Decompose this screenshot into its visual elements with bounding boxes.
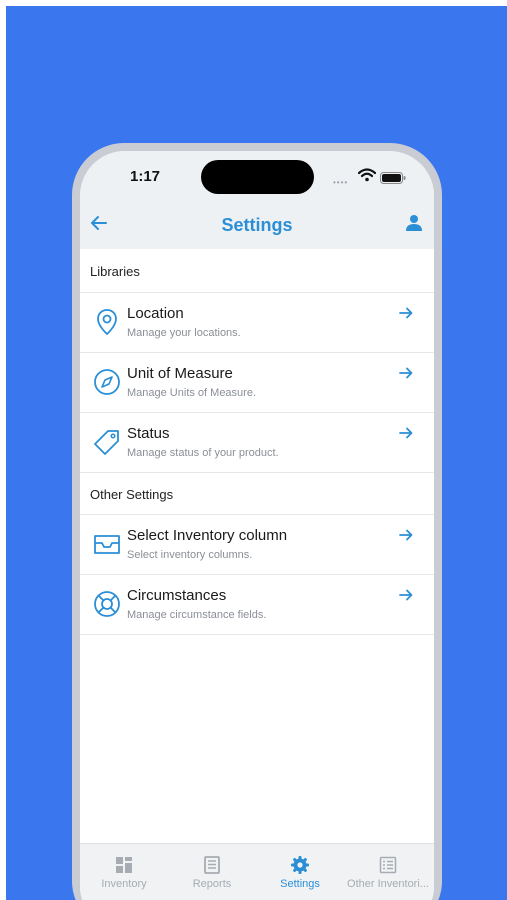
settings-item-select-inventory-column[interactable]: Select Inventory column Select inventory… — [80, 514, 434, 574]
settings-item-location[interactable]: Location Manage your locations. — [80, 292, 434, 352]
tab-label: Other Inventori... — [347, 878, 429, 890]
status-time: 1:17 — [130, 168, 161, 185]
item-label: Unit of Measure — [127, 365, 233, 382]
app-screen: 1:17 •••• Settings Libraries Location Ma… — [80, 151, 434, 900]
tab-label: Inventory — [101, 878, 147, 890]
item-subtitle: Manage status of your product. — [127, 447, 279, 459]
settings-item-unit-of-measure[interactable]: Unit of Measure Manage Units of Measure. — [80, 352, 434, 412]
divider — [80, 634, 434, 635]
inbox-tray-icon — [94, 535, 120, 554]
document-icon — [204, 856, 220, 874]
tab-reports[interactable]: Reports — [168, 844, 256, 900]
dynamic-island — [201, 160, 314, 194]
tab-other-inventories[interactable]: Other Inventori... — [344, 844, 432, 900]
signal-icon: •••• — [333, 178, 349, 187]
compass-icon — [94, 369, 120, 395]
wifi-icon — [358, 168, 376, 182]
arrow-right-icon — [399, 367, 413, 379]
phone-frame: 1:17 •••• Settings Libraries Location Ma… — [72, 143, 442, 900]
tab-inventory[interactable]: Inventory — [80, 844, 168, 900]
arrow-right-icon — [399, 307, 413, 319]
grid-icon — [116, 857, 132, 873]
item-label: Location — [127, 305, 184, 322]
page-title: Settings — [221, 215, 293, 235]
arrow-right-icon — [399, 589, 413, 601]
location-pin-icon — [97, 309, 117, 336]
divider — [80, 472, 434, 473]
arrow-right-icon — [399, 529, 413, 541]
user-profile-icon[interactable] — [405, 214, 423, 232]
tab-settings[interactable]: Settings — [256, 844, 344, 900]
item-subtitle: Manage your locations. — [127, 327, 241, 339]
arrow-right-icon — [399, 427, 413, 439]
section-title-libraries: Libraries — [90, 264, 140, 279]
settings-item-status[interactable]: Status Manage status of your product. — [80, 412, 434, 472]
lifebuoy-icon — [94, 591, 120, 617]
list-icon — [379, 856, 397, 874]
item-label: Status — [127, 425, 170, 442]
tab-label: Reports — [192, 878, 232, 890]
item-label: Circumstances — [127, 587, 227, 604]
tag-icon — [94, 430, 119, 455]
tab-label: Settings — [280, 878, 320, 890]
bottom-tab-bar: Inventory Reports Settings Other Invento… — [80, 843, 434, 900]
item-label: Select Inventory column — [127, 527, 288, 544]
item-subtitle: Select inventory columns. — [127, 549, 253, 561]
settings-item-circumstances[interactable]: Circumstances Manage circumstance fields… — [80, 574, 434, 634]
item-subtitle: Manage circumstance fields. — [127, 609, 267, 621]
top-bar: 1:17 •••• Settings — [80, 151, 434, 249]
battery-icon — [380, 172, 406, 184]
gear-icon — [291, 856, 309, 874]
section-title-other-settings: Other Settings — [90, 487, 174, 502]
item-subtitle: Manage Units of Measure. — [127, 387, 257, 399]
